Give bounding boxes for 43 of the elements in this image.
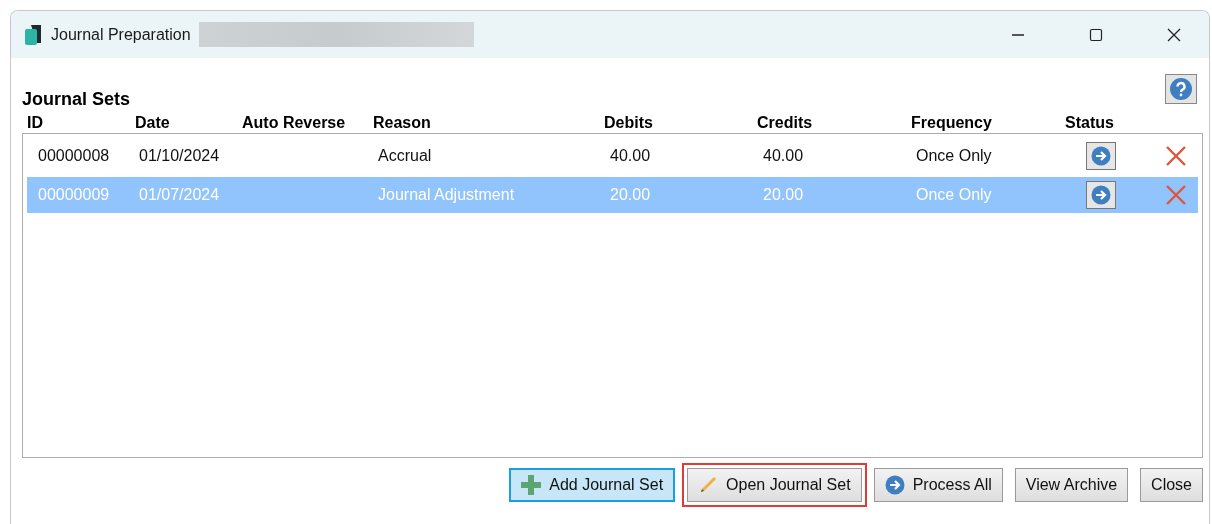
date-cell-text: 01/07/2024 bbox=[139, 186, 221, 204]
arrow-right-icon bbox=[1091, 146, 1111, 166]
debits-cell-text: 20.00 bbox=[610, 186, 652, 204]
reason-cell-text: Journal Adjustment bbox=[378, 186, 516, 204]
frequency-cell-text: Once Only bbox=[916, 147, 993, 165]
reason-cell-text: Accrual bbox=[378, 147, 433, 165]
action-button[interactable]: Open Journal Set bbox=[687, 468, 862, 502]
cross-icon bbox=[1165, 145, 1187, 167]
column-header: Frequency bbox=[911, 113, 993, 132]
help-icon bbox=[1169, 77, 1193, 101]
debits-cell-text: 40.00 bbox=[610, 147, 652, 165]
journal-row[interactable]: 00000008 01/10/2024 Accrual 40.00 40.00 Once Only bbox=[27, 138, 1198, 174]
id-cell-text: 00000009 bbox=[38, 186, 111, 204]
action-button[interactable]: Add Journal Set bbox=[509, 468, 676, 502]
action-button[interactable]: Process All bbox=[873, 468, 1003, 502]
arrow-right-icon bbox=[884, 475, 905, 495]
frequency-cell-text: Once Only bbox=[916, 186, 993, 204]
pencil-icon bbox=[698, 475, 719, 495]
cross-icon bbox=[1165, 184, 1187, 206]
process-button[interactable] bbox=[1086, 181, 1116, 209]
id-cell-text: 00000008 bbox=[38, 147, 111, 165]
column-header: Auto Reverse bbox=[242, 113, 347, 132]
help-button[interactable] bbox=[1165, 74, 1197, 104]
date-cell-text: 01/10/2024 bbox=[139, 147, 221, 165]
action-button[interactable]: View Archive bbox=[1014, 468, 1129, 502]
window-title: Journal Preparation bbox=[51, 25, 191, 44]
column-header: Credits bbox=[757, 113, 814, 132]
column-header: Debits bbox=[604, 113, 654, 132]
credits-cell-text: 20.00 bbox=[763, 186, 805, 204]
close-icon bbox=[1166, 26, 1182, 43]
plus-icon bbox=[521, 475, 542, 495]
column-header: ID bbox=[27, 113, 44, 132]
arrow-right-icon bbox=[1091, 185, 1111, 205]
credits-cell-text: 40.00 bbox=[763, 147, 805, 165]
column-header: Date bbox=[135, 113, 171, 132]
process-button[interactable] bbox=[1086, 142, 1116, 170]
action-button[interactable]: Close bbox=[1140, 468, 1203, 502]
section-heading: Journal Sets bbox=[22, 89, 131, 111]
column-header: Status bbox=[1065, 113, 1115, 132]
column-header: Reason bbox=[373, 113, 432, 132]
app-icon bbox=[23, 22, 43, 47]
minimize-icon bbox=[1011, 33, 1025, 36]
maximize-icon bbox=[1088, 26, 1104, 43]
